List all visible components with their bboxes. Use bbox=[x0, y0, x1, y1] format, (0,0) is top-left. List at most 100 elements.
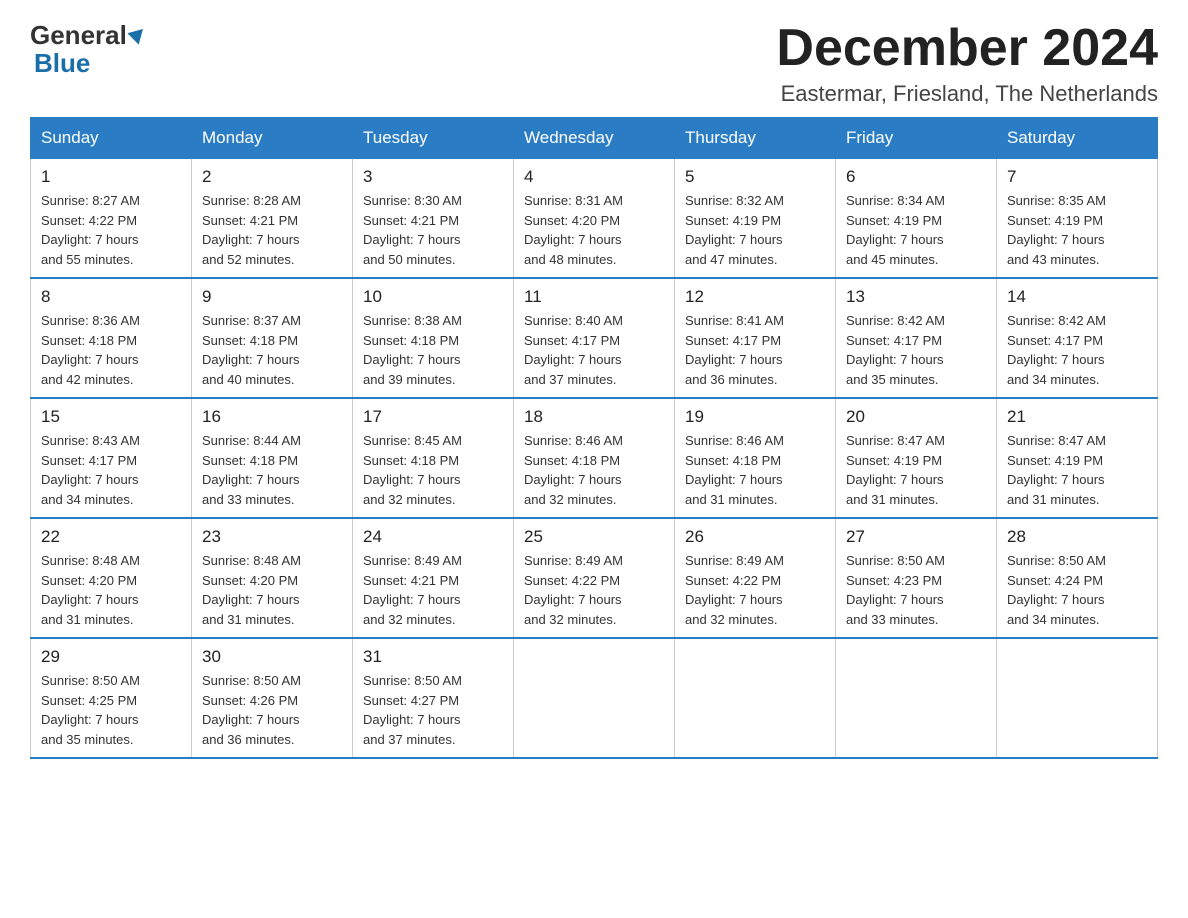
day-number: 9 bbox=[202, 287, 342, 307]
day-info: Sunrise: 8:46 AM Sunset: 4:18 PM Dayligh… bbox=[524, 431, 664, 509]
calendar-day-cell: 26 Sunrise: 8:49 AM Sunset: 4:22 PM Dayl… bbox=[675, 518, 836, 638]
calendar-day-cell: 7 Sunrise: 8:35 AM Sunset: 4:19 PM Dayli… bbox=[997, 159, 1158, 279]
day-info: Sunrise: 8:37 AM Sunset: 4:18 PM Dayligh… bbox=[202, 311, 342, 389]
calendar-day-cell: 12 Sunrise: 8:41 AM Sunset: 4:17 PM Dayl… bbox=[675, 278, 836, 398]
day-info: Sunrise: 8:35 AM Sunset: 4:19 PM Dayligh… bbox=[1007, 191, 1147, 269]
calendar-day-cell: 14 Sunrise: 8:42 AM Sunset: 4:17 PM Dayl… bbox=[997, 278, 1158, 398]
day-info: Sunrise: 8:48 AM Sunset: 4:20 PM Dayligh… bbox=[41, 551, 181, 629]
calendar-empty-cell bbox=[675, 638, 836, 758]
day-number: 20 bbox=[846, 407, 986, 427]
day-info: Sunrise: 8:50 AM Sunset: 4:23 PM Dayligh… bbox=[846, 551, 986, 629]
calendar-week-row: 29 Sunrise: 8:50 AM Sunset: 4:25 PM Dayl… bbox=[31, 638, 1158, 758]
calendar-empty-cell bbox=[836, 638, 997, 758]
day-info: Sunrise: 8:28 AM Sunset: 4:21 PM Dayligh… bbox=[202, 191, 342, 269]
month-title: December 2024 bbox=[776, 20, 1158, 77]
day-number: 6 bbox=[846, 167, 986, 187]
calendar-day-cell: 20 Sunrise: 8:47 AM Sunset: 4:19 PM Dayl… bbox=[836, 398, 997, 518]
calendar-day-cell: 10 Sunrise: 8:38 AM Sunset: 4:18 PM Dayl… bbox=[353, 278, 514, 398]
weekday-header-saturday: Saturday bbox=[997, 118, 1158, 159]
day-info: Sunrise: 8:32 AM Sunset: 4:19 PM Dayligh… bbox=[685, 191, 825, 269]
day-number: 12 bbox=[685, 287, 825, 307]
day-number: 14 bbox=[1007, 287, 1147, 307]
day-number: 15 bbox=[41, 407, 181, 427]
day-number: 31 bbox=[363, 647, 503, 667]
calendar-day-cell: 3 Sunrise: 8:30 AM Sunset: 4:21 PM Dayli… bbox=[353, 159, 514, 279]
calendar-day-cell: 6 Sunrise: 8:34 AM Sunset: 4:19 PM Dayli… bbox=[836, 159, 997, 279]
day-info: Sunrise: 8:48 AM Sunset: 4:20 PM Dayligh… bbox=[202, 551, 342, 629]
page-header: General Blue December 2024 Eastermar, Fr… bbox=[30, 20, 1158, 107]
calendar-day-cell: 17 Sunrise: 8:45 AM Sunset: 4:18 PM Dayl… bbox=[353, 398, 514, 518]
day-number: 16 bbox=[202, 407, 342, 427]
calendar-day-cell: 29 Sunrise: 8:50 AM Sunset: 4:25 PM Dayl… bbox=[31, 638, 192, 758]
location-title: Eastermar, Friesland, The Netherlands bbox=[776, 81, 1158, 107]
day-info: Sunrise: 8:27 AM Sunset: 4:22 PM Dayligh… bbox=[41, 191, 181, 269]
calendar-week-row: 15 Sunrise: 8:43 AM Sunset: 4:17 PM Dayl… bbox=[31, 398, 1158, 518]
day-info: Sunrise: 8:47 AM Sunset: 4:19 PM Dayligh… bbox=[846, 431, 986, 509]
logo-triangle-icon bbox=[127, 23, 148, 44]
calendar-empty-cell bbox=[514, 638, 675, 758]
calendar-week-row: 1 Sunrise: 8:27 AM Sunset: 4:22 PM Dayli… bbox=[31, 159, 1158, 279]
day-number: 18 bbox=[524, 407, 664, 427]
weekday-header-friday: Friday bbox=[836, 118, 997, 159]
day-number: 28 bbox=[1007, 527, 1147, 547]
calendar-day-cell: 25 Sunrise: 8:49 AM Sunset: 4:22 PM Dayl… bbox=[514, 518, 675, 638]
day-info: Sunrise: 8:49 AM Sunset: 4:21 PM Dayligh… bbox=[363, 551, 503, 629]
day-info: Sunrise: 8:40 AM Sunset: 4:17 PM Dayligh… bbox=[524, 311, 664, 389]
logo-blue-text: Blue bbox=[34, 48, 146, 79]
calendar-day-cell: 18 Sunrise: 8:46 AM Sunset: 4:18 PM Dayl… bbox=[514, 398, 675, 518]
calendar-day-cell: 2 Sunrise: 8:28 AM Sunset: 4:21 PM Dayli… bbox=[192, 159, 353, 279]
day-info: Sunrise: 8:50 AM Sunset: 4:25 PM Dayligh… bbox=[41, 671, 181, 749]
weekday-header-wednesday: Wednesday bbox=[514, 118, 675, 159]
calendar-day-cell: 22 Sunrise: 8:48 AM Sunset: 4:20 PM Dayl… bbox=[31, 518, 192, 638]
day-number: 11 bbox=[524, 287, 664, 307]
calendar-day-cell: 5 Sunrise: 8:32 AM Sunset: 4:19 PM Dayli… bbox=[675, 159, 836, 279]
calendar-table: SundayMondayTuesdayWednesdayThursdayFrid… bbox=[30, 117, 1158, 759]
day-number: 27 bbox=[846, 527, 986, 547]
day-info: Sunrise: 8:42 AM Sunset: 4:17 PM Dayligh… bbox=[846, 311, 986, 389]
calendar-day-cell: 23 Sunrise: 8:48 AM Sunset: 4:20 PM Dayl… bbox=[192, 518, 353, 638]
day-number: 25 bbox=[524, 527, 664, 547]
day-number: 30 bbox=[202, 647, 342, 667]
day-number: 26 bbox=[685, 527, 825, 547]
day-info: Sunrise: 8:36 AM Sunset: 4:18 PM Dayligh… bbox=[41, 311, 181, 389]
logo-general-text: General bbox=[30, 20, 127, 51]
day-number: 7 bbox=[1007, 167, 1147, 187]
calendar-day-cell: 27 Sunrise: 8:50 AM Sunset: 4:23 PM Dayl… bbox=[836, 518, 997, 638]
day-info: Sunrise: 8:46 AM Sunset: 4:18 PM Dayligh… bbox=[685, 431, 825, 509]
day-info: Sunrise: 8:38 AM Sunset: 4:18 PM Dayligh… bbox=[363, 311, 503, 389]
calendar-day-cell: 13 Sunrise: 8:42 AM Sunset: 4:17 PM Dayl… bbox=[836, 278, 997, 398]
day-number: 5 bbox=[685, 167, 825, 187]
day-info: Sunrise: 8:49 AM Sunset: 4:22 PM Dayligh… bbox=[524, 551, 664, 629]
day-number: 24 bbox=[363, 527, 503, 547]
day-number: 22 bbox=[41, 527, 181, 547]
day-number: 13 bbox=[846, 287, 986, 307]
day-info: Sunrise: 8:50 AM Sunset: 4:27 PM Dayligh… bbox=[363, 671, 503, 749]
calendar-week-row: 22 Sunrise: 8:48 AM Sunset: 4:20 PM Dayl… bbox=[31, 518, 1158, 638]
calendar-day-cell: 8 Sunrise: 8:36 AM Sunset: 4:18 PM Dayli… bbox=[31, 278, 192, 398]
calendar-day-cell: 28 Sunrise: 8:50 AM Sunset: 4:24 PM Dayl… bbox=[997, 518, 1158, 638]
day-info: Sunrise: 8:41 AM Sunset: 4:17 PM Dayligh… bbox=[685, 311, 825, 389]
day-info: Sunrise: 8:45 AM Sunset: 4:18 PM Dayligh… bbox=[363, 431, 503, 509]
day-number: 23 bbox=[202, 527, 342, 547]
day-number: 19 bbox=[685, 407, 825, 427]
day-number: 21 bbox=[1007, 407, 1147, 427]
day-info: Sunrise: 8:47 AM Sunset: 4:19 PM Dayligh… bbox=[1007, 431, 1147, 509]
day-number: 10 bbox=[363, 287, 503, 307]
day-number: 2 bbox=[202, 167, 342, 187]
day-info: Sunrise: 8:44 AM Sunset: 4:18 PM Dayligh… bbox=[202, 431, 342, 509]
calendar-day-cell: 9 Sunrise: 8:37 AM Sunset: 4:18 PM Dayli… bbox=[192, 278, 353, 398]
weekday-header-monday: Monday bbox=[192, 118, 353, 159]
day-number: 1 bbox=[41, 167, 181, 187]
title-section: December 2024 Eastermar, Friesland, The … bbox=[776, 20, 1158, 107]
day-info: Sunrise: 8:34 AM Sunset: 4:19 PM Dayligh… bbox=[846, 191, 986, 269]
calendar-day-cell: 24 Sunrise: 8:49 AM Sunset: 4:21 PM Dayl… bbox=[353, 518, 514, 638]
weekday-header-tuesday: Tuesday bbox=[353, 118, 514, 159]
day-number: 3 bbox=[363, 167, 503, 187]
day-number: 8 bbox=[41, 287, 181, 307]
calendar-day-cell: 11 Sunrise: 8:40 AM Sunset: 4:17 PM Dayl… bbox=[514, 278, 675, 398]
day-info: Sunrise: 8:50 AM Sunset: 4:24 PM Dayligh… bbox=[1007, 551, 1147, 629]
day-info: Sunrise: 8:49 AM Sunset: 4:22 PM Dayligh… bbox=[685, 551, 825, 629]
weekday-header-row: SundayMondayTuesdayWednesdayThursdayFrid… bbox=[31, 118, 1158, 159]
calendar-week-row: 8 Sunrise: 8:36 AM Sunset: 4:18 PM Dayli… bbox=[31, 278, 1158, 398]
calendar-day-cell: 1 Sunrise: 8:27 AM Sunset: 4:22 PM Dayli… bbox=[31, 159, 192, 279]
